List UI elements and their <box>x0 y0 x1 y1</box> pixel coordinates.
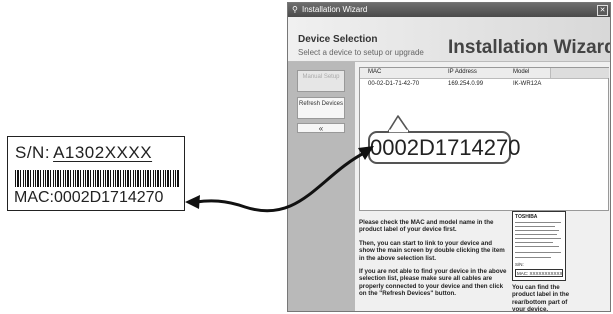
label-location-note: You can find the product label in the re… <box>512 284 570 312</box>
cell-ip: 169.254.0.99 <box>448 81 484 87</box>
instruction-1: Please check the MAC and model name in t… <box>359 219 494 234</box>
mac-callout: 0002D1714270 <box>368 131 520 164</box>
instructions: Please check the MAC and model name in t… <box>359 219 509 304</box>
column-header-mac[interactable]: MAC <box>368 69 381 75</box>
sidebar: Manual Setup Refresh Devices « <box>288 62 355 311</box>
column-header-empty <box>550 68 609 78</box>
mac-address: MAC:0002D1714270 <box>14 189 164 206</box>
cell-model: IK-WR12A <box>513 81 542 87</box>
close-button[interactable]: ✕ <box>597 5 608 16</box>
instruction-3: If you are not able to find your device … <box>359 268 507 298</box>
column-header-ip[interactable]: IP Address <box>448 69 477 75</box>
serial-value: A1302XXXX <box>53 143 153 162</box>
brand-text: TOSHIBA <box>515 214 538 220</box>
instruction-2: Then, you can start to link to your devi… <box>359 239 505 262</box>
refresh-devices-button[interactable]: Refresh Devices <box>297 97 345 119</box>
search-icon: ⚲ <box>292 5 298 14</box>
thumbnail-mac: MAC: XXXXXXXXXXXX <box>515 269 563 277</box>
thumbnail-serial: S/N: <box>515 262 524 267</box>
column-header-model[interactable]: Model <box>513 69 529 75</box>
title-bar: ⚲ Installation Wizard ✕ <box>288 3 610 17</box>
table-row[interactable]: 00-02-D1-71-42-70 169.254.0.99 IK-WR12A <box>360 79 608 88</box>
header: Device Selection Select a device to setu… <box>288 17 610 62</box>
serial-prefix: S/N: <box>15 143 51 162</box>
product-label-thumbnail: TOSHIBA S/N: MAC: XXXXXXXXXXXX <box>512 211 566 281</box>
product-label: S/N: A1302XXXX MAC:0002D1714270 <box>7 136 185 211</box>
section-subtitle: Select a device to setup or upgrade <box>298 48 424 57</box>
arrow-head-left <box>185 195 200 209</box>
section-title: Device Selection <box>298 34 378 45</box>
main-panel: MAC IP Address Model 00-02-D1-71-42-70 1… <box>355 62 610 311</box>
barcode <box>15 170 179 187</box>
expand-button[interactable]: « <box>297 123 345 133</box>
table-header: MAC IP Address Model <box>360 68 609 79</box>
cell-mac: 00-02-D1-71-42-70 <box>368 81 420 87</box>
manual-setup-button[interactable]: Manual Setup <box>297 70 345 92</box>
window-title: Installation Wizard <box>302 5 368 14</box>
wizard-heading: Installation Wizard <box>448 37 611 58</box>
serial-number: S/N: A1302XXXX <box>15 143 152 163</box>
